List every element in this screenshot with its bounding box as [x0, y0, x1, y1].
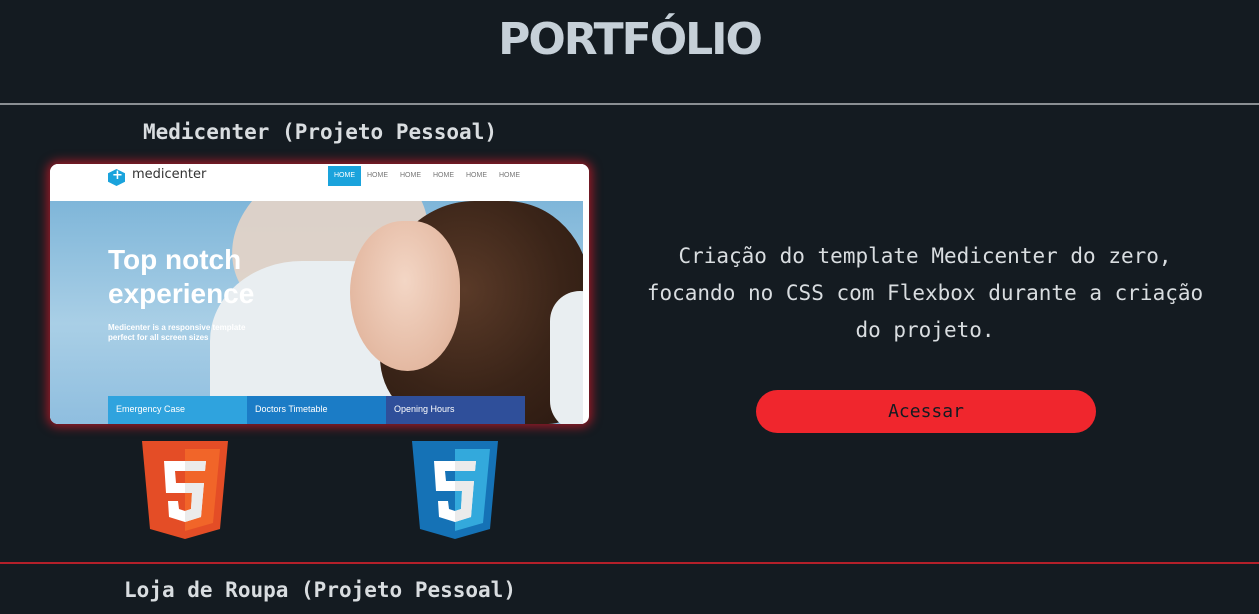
preview-navbar: medicenter HOME HOME HOME HOME HOME HOME: [50, 164, 589, 201]
project-title: Loja de Roupa (Projeto Pessoal): [124, 578, 516, 602]
preview-menu-item: HOME: [367, 172, 388, 179]
preview-hero-title: Top notch experience: [108, 244, 255, 309]
preview-hero-text: Medicenter is a responsive template perf…: [108, 323, 246, 342]
css3-icon: [412, 441, 498, 539]
html5-icon: [142, 441, 228, 539]
preview-logo-text: medicenter: [132, 167, 207, 182]
project-description: Criação do template Medicenter do zero, …: [646, 244, 1204, 342]
preview-hero: Top notch experience Medicenter is a res…: [50, 201, 583, 424]
page-title: PORTFÓLIO: [498, 14, 763, 65]
preview-tab: Opening Hours: [386, 396, 525, 424]
access-button[interactable]: Acessar: [756, 390, 1096, 433]
project-preview-image[interactable]: medicenter HOME HOME HOME HOME HOME HOME…: [50, 164, 589, 424]
divider-top: [0, 103, 1259, 105]
preview-menu: HOME HOME HOME HOME HOME HOME: [328, 166, 526, 186]
preview-photo-face: [350, 221, 460, 371]
preview-photo-arm-right: [550, 291, 583, 424]
divider-red: [0, 562, 1259, 564]
preview-tabs: Emergency Case Doctors Timetable Opening…: [108, 396, 525, 424]
project-title: Medicenter (Projeto Pessoal): [142, 120, 497, 144]
preview-menu-item: HOME: [499, 172, 520, 179]
preview-menu-item: HOME: [328, 166, 361, 186]
preview-menu-item: HOME: [400, 172, 421, 179]
preview-tab: Doctors Timetable: [247, 396, 386, 424]
preview-logo-icon: [108, 169, 125, 186]
preview-tab: Emergency Case: [108, 396, 247, 424]
preview-menu-item: HOME: [433, 172, 454, 179]
preview-menu-item: HOME: [466, 172, 487, 179]
